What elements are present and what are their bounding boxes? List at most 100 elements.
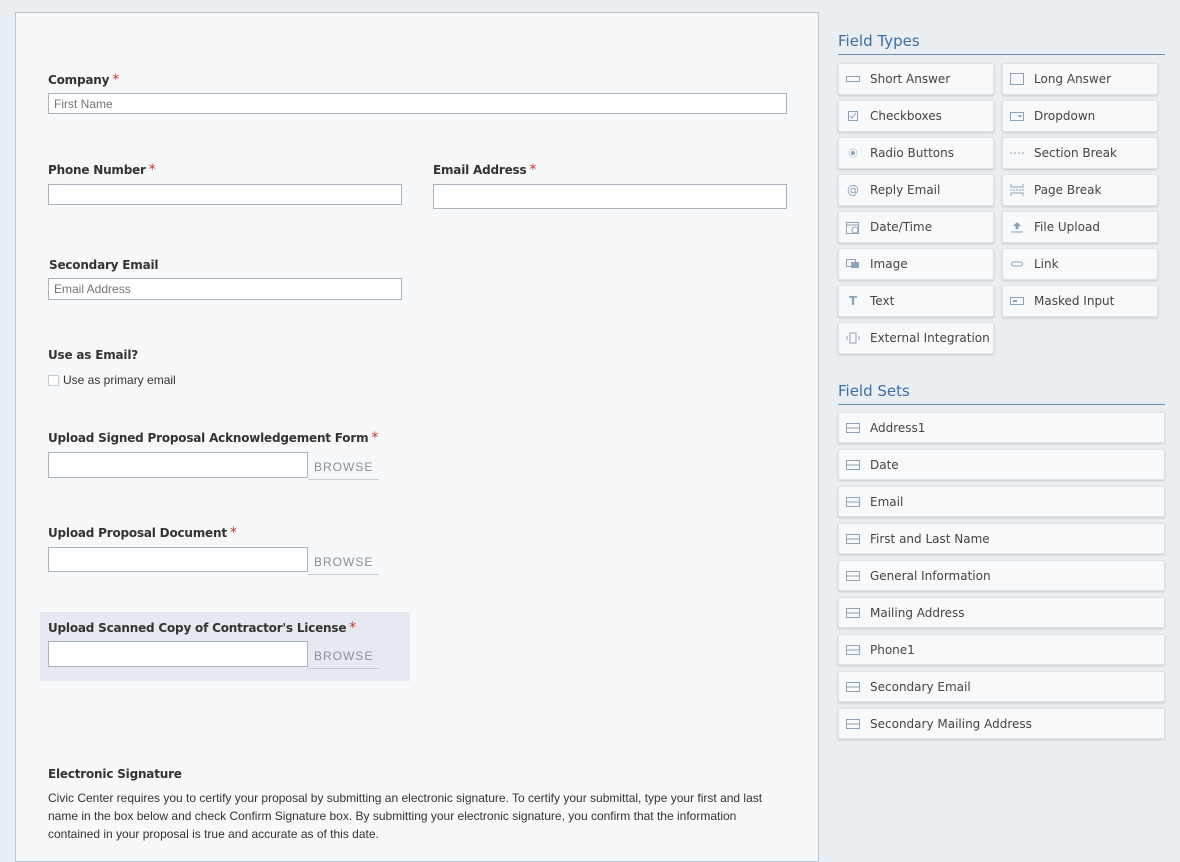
- signature-field: Electronic Signature: [48, 767, 182, 781]
- field-type-radio-buttons[interactable]: Radio Buttons: [838, 137, 994, 169]
- field-type-label: Long Answer: [1034, 72, 1112, 86]
- use-primary-email-text: Use as primary email: [63, 373, 176, 387]
- upload-license-input[interactable]: [48, 641, 308, 667]
- use-as-email-field: Use as Email?: [48, 348, 138, 362]
- field-set-label: Email: [870, 494, 904, 509]
- section-break-icon: [1010, 146, 1024, 160]
- field-type-label: Date/Time: [870, 220, 933, 234]
- checkbox-icon: [846, 109, 860, 123]
- field-set-mailing-address[interactable]: Mailing Address: [838, 597, 1165, 628]
- phone-field: Phone Number *: [48, 162, 156, 178]
- field-set-icon: [846, 680, 860, 694]
- company-label: Company *: [48, 72, 120, 88]
- field-set-label: Mailing Address: [870, 605, 965, 620]
- image-icon: [846, 257, 860, 271]
- field-set-label: Date: [870, 457, 899, 472]
- field-type-label: Masked Input: [1034, 294, 1115, 308]
- field-type-reply-email[interactable]: @ Reply Email: [838, 174, 994, 206]
- company-input[interactable]: [48, 93, 787, 114]
- field-type-long-answer[interactable]: Long Answer: [1002, 63, 1158, 95]
- secondary-email-input[interactable]: [48, 278, 402, 300]
- field-set-icon: [846, 495, 860, 509]
- field-type-label: Radio Buttons: [870, 146, 954, 160]
- dropdown-icon: [1010, 109, 1024, 123]
- email-input[interactable]: [433, 184, 787, 209]
- field-set-phone1[interactable]: Phone1: [838, 634, 1165, 665]
- secondary-email-label: Secondary Email: [49, 258, 159, 272]
- use-as-email-label: Use as Email?: [48, 348, 139, 362]
- field-set-label: Address1: [870, 420, 926, 435]
- field-set-icon: [846, 458, 860, 472]
- field-set-icon: [846, 717, 860, 731]
- field-set-label: Secondary Email: [870, 679, 971, 694]
- field-type-masked-input[interactable]: Masked Input: [1002, 285, 1158, 317]
- field-type-label: External Integration: [870, 331, 990, 345]
- field-set-secondary-email[interactable]: Secondary Email: [838, 671, 1165, 702]
- field-type-link[interactable]: Link: [1002, 248, 1158, 280]
- short-answer-icon: [846, 72, 860, 86]
- field-type-page-break[interactable]: Page Break: [1002, 174, 1158, 206]
- field-type-checkboxes[interactable]: Checkboxes: [838, 100, 994, 132]
- field-type-label: Reply Email: [870, 183, 941, 197]
- upload-license-label: Upload Scanned Copy of Contractor's Lice…: [48, 620, 357, 636]
- field-type-external-integration[interactable]: External Integration: [838, 322, 994, 354]
- text-icon: T: [848, 294, 858, 308]
- at-icon: @: [847, 183, 859, 197]
- required-marker: *: [229, 525, 237, 541]
- upload-doc-input[interactable]: [48, 547, 308, 572]
- field-types-title: Field Types: [838, 32, 1165, 55]
- field-type-label: Link: [1034, 257, 1059, 271]
- field-set-address1[interactable]: Address1: [838, 412, 1165, 443]
- required-marker: *: [112, 72, 120, 88]
- field-set-icon: [846, 569, 860, 583]
- upload-license-browse-button[interactable]: BROWSE: [308, 646, 380, 669]
- company-field: Company *: [48, 72, 119, 88]
- field-type-label: Dropdown: [1034, 109, 1096, 123]
- field-type-label: Section Break: [1034, 146, 1117, 160]
- field-type-label: Page Break: [1034, 183, 1102, 197]
- field-type-label: Checkboxes: [870, 109, 942, 123]
- calendar-icon: [846, 220, 860, 234]
- field-set-icon: [846, 532, 860, 546]
- upload-icon: [1010, 220, 1024, 234]
- field-type-date-time[interactable]: Date/Time: [838, 211, 994, 243]
- field-set-label: Secondary Mailing Address: [870, 716, 1032, 731]
- required-marker: *: [371, 430, 379, 446]
- field-set-general-information[interactable]: General Information: [838, 560, 1165, 591]
- upload-ack-browse-button[interactable]: BROWSE: [308, 457, 380, 480]
- long-answer-icon: [1010, 72, 1024, 86]
- upload-doc-browse-button[interactable]: BROWSE: [308, 552, 380, 575]
- required-marker: *: [529, 162, 537, 178]
- use-primary-email-checkbox[interactable]: [48, 375, 59, 386]
- link-icon: [1010, 257, 1024, 271]
- field-set-date[interactable]: Date: [838, 449, 1165, 480]
- field-type-file-upload[interactable]: File Upload: [1002, 211, 1158, 243]
- field-sets-title: Field Sets: [838, 382, 1165, 405]
- field-type-image[interactable]: Image: [838, 248, 994, 280]
- field-set-secondary-mailing-address[interactable]: Secondary Mailing Address: [838, 708, 1165, 739]
- signature-text: Civic Center requires you to certify you…: [48, 791, 763, 841]
- field-type-short-answer[interactable]: Short Answer: [838, 63, 994, 95]
- upload-doc-field: Upload Proposal Document *: [48, 525, 237, 541]
- email-field: Email Address *: [433, 162, 536, 178]
- required-marker: *: [148, 162, 156, 178]
- field-set-label: Phone1: [870, 642, 915, 657]
- phone-input[interactable]: [48, 184, 402, 205]
- required-marker: *: [349, 620, 357, 636]
- phone-label: Phone Number *: [48, 162, 156, 178]
- field-set-first-last-name[interactable]: First and Last Name: [838, 523, 1165, 554]
- upload-license-field: Upload Scanned Copy of Contractor's Lice…: [48, 620, 356, 636]
- field-set-icon: [846, 643, 860, 657]
- upload-ack-input[interactable]: [48, 452, 308, 478]
- field-type-label: File Upload: [1034, 220, 1100, 234]
- upload-doc-label: Upload Proposal Document *: [48, 525, 237, 541]
- signature-label: Electronic Signature: [48, 767, 182, 781]
- page-break-icon: [1010, 183, 1024, 197]
- secondary-email-field: Secondary Email: [49, 258, 159, 272]
- field-type-label: Image: [870, 257, 908, 271]
- email-label: Email Address *: [433, 162, 537, 178]
- field-type-section-break[interactable]: Section Break: [1002, 137, 1158, 169]
- field-set-email[interactable]: Email: [838, 486, 1165, 517]
- field-type-text[interactable]: T Text: [838, 285, 994, 317]
- field-type-dropdown[interactable]: Dropdown: [1002, 100, 1158, 132]
